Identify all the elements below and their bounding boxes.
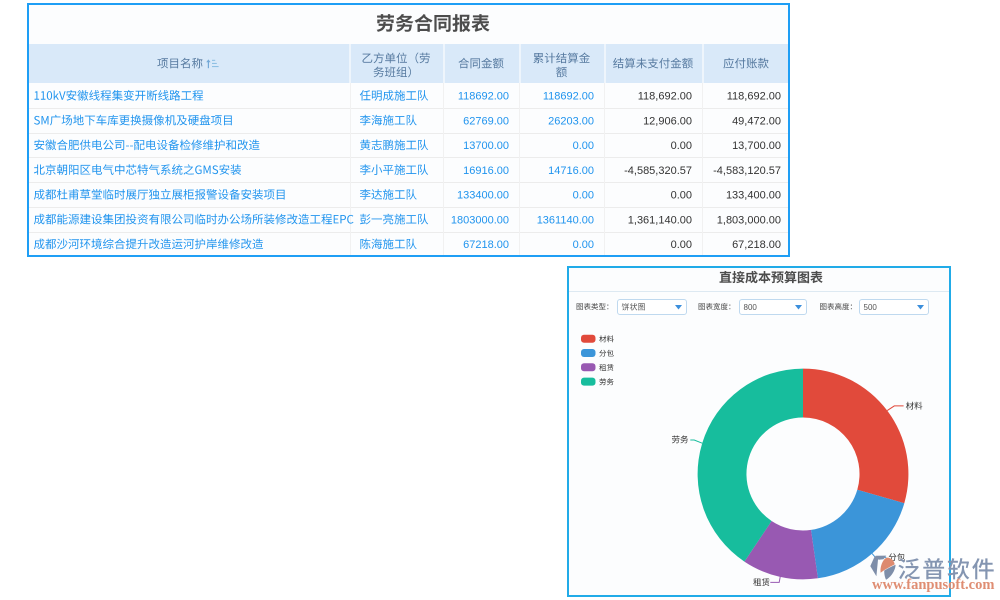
svg-text:www.fanpusoft.com: www.fanpusoft.com xyxy=(872,577,994,593)
svg-text:1,361,140.00: 1,361,140.00 xyxy=(628,214,692,226)
svg-text:67218.00: 67218.00 xyxy=(463,239,509,251)
svg-text:49,472.00: 49,472.00 xyxy=(732,116,781,128)
svg-text:1,803,000.00: 1,803,000.00 xyxy=(717,214,781,226)
svg-text:26203.00: 26203.00 xyxy=(548,116,594,128)
svg-text:67,218.00: 67,218.00 xyxy=(732,239,781,251)
svg-text:118,692.00: 118,692.00 xyxy=(727,91,781,103)
svg-text:-4,585,320.57: -4,585,320.57 xyxy=(624,165,692,177)
svg-text:800: 800 xyxy=(744,303,758,312)
svg-text:118692.00: 118692.00 xyxy=(543,91,594,103)
svg-text:133,400.00: 133,400.00 xyxy=(726,190,781,202)
svg-text:500: 500 xyxy=(864,303,878,312)
svg-text:0.00: 0.00 xyxy=(671,190,692,202)
svg-text:14716.00: 14716.00 xyxy=(548,165,594,177)
svg-text:0.00: 0.00 xyxy=(573,190,594,202)
svg-text:1803000.00: 1803000.00 xyxy=(451,214,509,226)
svg-text:12,906.00: 12,906.00 xyxy=(643,116,692,128)
svg-text:13,700.00: 13,700.00 xyxy=(732,140,781,152)
svg-text:13700.00: 13700.00 xyxy=(463,140,509,152)
svg-text:-4,583,120.57: -4,583,120.57 xyxy=(713,165,781,177)
svg-text:16916.00: 16916.00 xyxy=(463,165,509,177)
svg-text:133400.00: 133400.00 xyxy=(457,190,509,202)
svg-text:62769.00: 62769.00 xyxy=(463,116,509,128)
svg-text:1361140.00: 1361140.00 xyxy=(537,214,594,226)
svg-text:0.00: 0.00 xyxy=(671,140,692,152)
svg-text:0.00: 0.00 xyxy=(671,239,692,251)
svg-text:118692.00: 118692.00 xyxy=(458,91,509,103)
svg-text:0.00: 0.00 xyxy=(573,239,594,251)
svg-text:0.00: 0.00 xyxy=(573,140,594,152)
svg-text:118,692.00: 118,692.00 xyxy=(638,91,692,103)
